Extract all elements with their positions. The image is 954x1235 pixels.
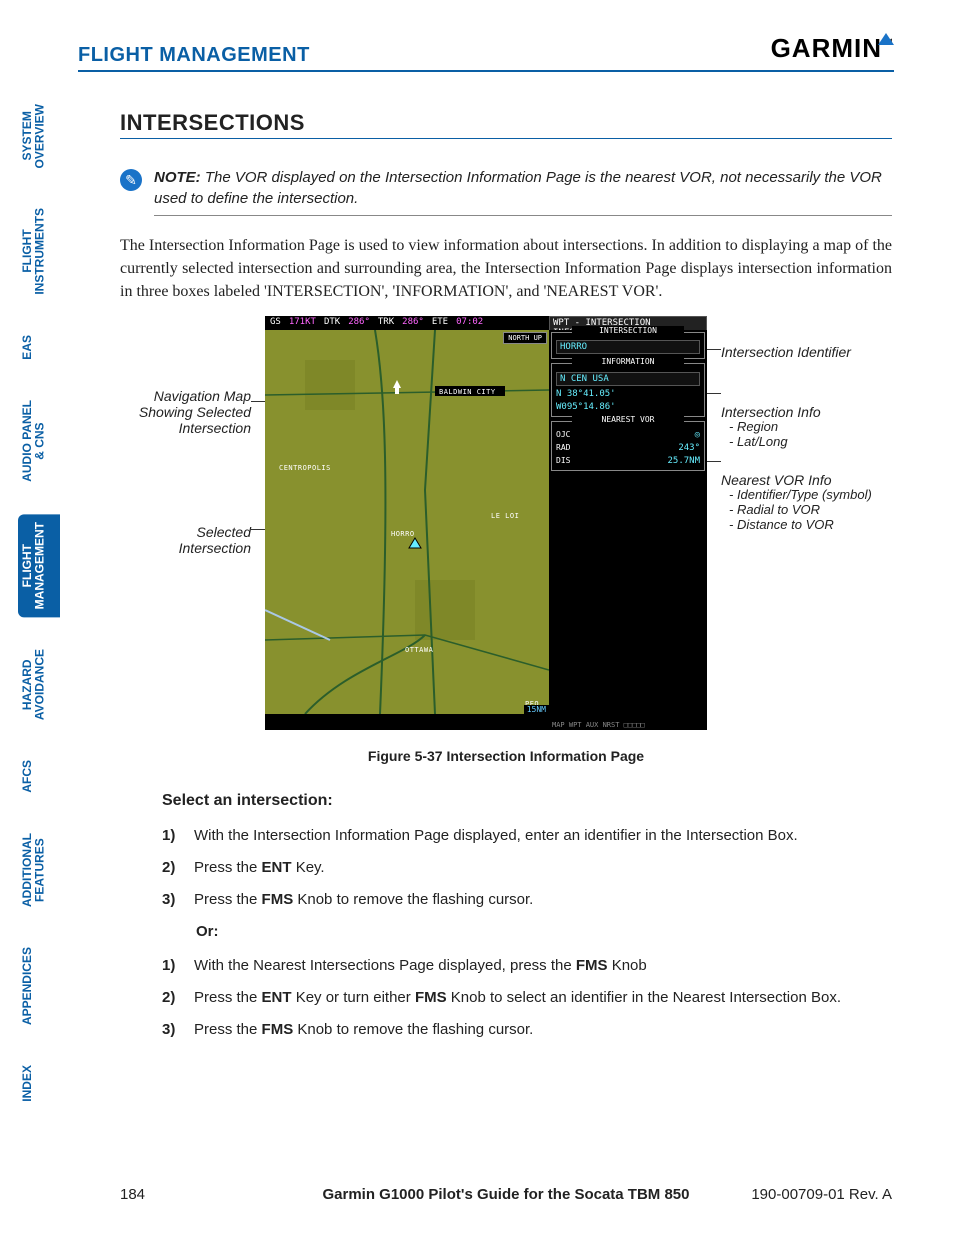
step-a2: 2) Press the ENT Key. [162, 856, 892, 880]
intro-paragraph: The Intersection Information Page is use… [120, 234, 892, 304]
callout-vor-title: Nearest VOR Info [721, 472, 832, 488]
step-text: With the Intersection Information Page d… [194, 824, 798, 848]
box-info-lon: W095°14.86' [556, 402, 616, 412]
step-num: 2) [162, 986, 182, 1010]
vor-dis: 25.7NM [667, 456, 700, 466]
box-intersection-title: INTERSECTION [572, 326, 684, 335]
footer-rev: 190-00709-01 Rev. A [751, 1186, 892, 1203]
page-footer: 184 Garmin G1000 Pilot's Guide for the S… [120, 1186, 892, 1203]
box-info-region: N CEN USA [556, 372, 700, 386]
callout-vor-sub: - Identifier/Type (symbol) - Radial to V… [729, 488, 872, 533]
dtk-label: DTK [324, 317, 340, 329]
brand-word: GARMIN [771, 33, 882, 64]
note-block: ✎ NOTE: The VOR displayed on the Interse… [120, 167, 892, 216]
box-info-lat: N 38°41.05' [556, 389, 616, 399]
note-body: The VOR displayed on the Intersection In… [154, 169, 882, 207]
box-nearest-vor: NEAREST VOR OJC◎ RAD243° DIS25.7NM [551, 421, 705, 471]
step-num: 3) [162, 888, 182, 912]
tab-eas[interactable]: EAS [18, 327, 60, 368]
procedure-title: Select an intersection: [162, 792, 892, 810]
figure-5-37: Navigation Map Showing Selected Intersec… [121, 316, 891, 736]
note-icon: ✎ [120, 169, 142, 191]
box-intersection-value: HORRO [556, 340, 700, 354]
callout-intersection-info: Intersection Info - Region - Lat/Long [721, 388, 821, 466]
step-text: Press the FMS Knob to remove the flashin… [194, 1018, 533, 1042]
step-b1: 1) With the Nearest Intersections Page di… [162, 954, 892, 978]
note-label: NOTE: [154, 169, 201, 186]
callout-nav-map: Navigation Map Showing Selected Intersec… [121, 388, 251, 436]
trk-label: TRK [378, 317, 394, 329]
gs-label: GS [270, 317, 281, 329]
ete-label: ETE [432, 317, 448, 329]
tab-hazard-avoidance[interactable]: HAZARD AVOIDANCE [18, 641, 60, 728]
callout-info-sub: - Region - Lat/Long [729, 420, 821, 450]
garmin-delta-icon [878, 33, 894, 45]
mfd-screen: GS171KT DTK286° TRK286° ETE07:02 WPT - I… [265, 316, 707, 730]
tab-additional-features[interactable]: ADDITIONAL FEATURES [18, 825, 60, 915]
side-tabs: SYSTEM OVERVIEW FLIGHT INSTRUMENTS EAS A… [18, 96, 60, 1109]
ete-value: 07:02 [456, 317, 483, 329]
callout-nearest-vor: Nearest VOR Info - Identifier/Type (symb… [721, 456, 872, 549]
dtk-value: 286° [348, 317, 370, 329]
tab-audio-panel-cns[interactable]: AUDIO PANEL & CNS [18, 392, 60, 490]
section-label: FLIGHT MANAGEMENT [78, 44, 310, 67]
mfd-map: BALDWIN CITY CENTROPOLIS HORRO LE LOI OT… [265, 330, 549, 714]
footer-title: Garmin G1000 Pilot's Guide for the Socat… [322, 1186, 689, 1203]
step-text: Press the ENT Key. [194, 856, 325, 880]
step-a3: 3) Press the FMS Knob to remove the flash… [162, 888, 892, 912]
step-a1: 1) With the Intersection Information Page… [162, 824, 892, 848]
page-header: FLIGHT MANAGEMENT GARMIN ™ [78, 44, 894, 72]
map-label-ottawa: OTTAWA [405, 646, 434, 654]
page-content: INTERSECTIONS ✎ NOTE: The VOR displayed … [120, 110, 892, 1050]
vor-rad-label: RAD [556, 443, 570, 453]
trk-value: 286° [402, 317, 424, 329]
callout-intersection-identifier: Intersection Identifier [721, 344, 851, 360]
tab-afcs[interactable]: AFCS [18, 752, 60, 801]
page-number: 184 [120, 1186, 145, 1203]
vor-id: OJC [556, 430, 570, 440]
step-text: With the Nearest Intersections Page disp… [194, 954, 647, 978]
callout-selected-intersection: Selected Intersection [121, 524, 251, 556]
figure-caption: Figure 5-37 Intersection Information Pag… [120, 748, 892, 764]
step-num: 1) [162, 954, 182, 978]
map-label-baldwin: BALDWIN CITY [439, 388, 496, 396]
map-zoom: 15NM [524, 705, 549, 714]
garmin-logo: GARMIN ™ [771, 33, 894, 67]
mfd-side-panel: INTERSECTION HORRO INFORMATION N CEN USA… [549, 330, 707, 728]
gs-value: 171KT [289, 317, 316, 329]
tab-index[interactable]: INDEX [18, 1057, 60, 1110]
tab-system-overview[interactable]: SYSTEM OVERVIEW [18, 96, 60, 176]
step-text: Press the ENT Key or turn either FMS Kno… [194, 986, 841, 1010]
callout-info-title: Intersection Info [721, 404, 821, 420]
procedure-list-a: 1) With the Intersection Information Page… [162, 824, 892, 1042]
vor-rad: 243° [678, 443, 700, 453]
map-label-leloi: LE LOI [491, 512, 519, 520]
note-text: NOTE: The VOR displayed on the Intersect… [154, 167, 892, 216]
north-up-indicator: NORTH UP [503, 332, 547, 344]
vor-symbol-icon: ◎ [695, 430, 700, 440]
step-text: Press the FMS Knob to remove the flashin… [194, 888, 533, 912]
map-label-centropolis: CENTROPOLIS [279, 464, 331, 472]
step-num: 1) [162, 824, 182, 848]
heading-intersections: INTERSECTIONS [120, 110, 892, 139]
mfd-bottom-bar: MAP WPT AUX NRST □□□□□ [549, 720, 707, 730]
step-b2: 2) Press the ENT Key or turn either FMS K… [162, 986, 892, 1010]
map-label-horro: HORRO [391, 530, 415, 538]
vor-dis-label: DIS [556, 456, 570, 466]
step-b3: 3) Press the FMS Knob to remove the flash… [162, 1018, 892, 1042]
step-num: 2) [162, 856, 182, 880]
tab-flight-instruments[interactable]: FLIGHT INSTRUMENTS [18, 200, 60, 303]
tab-appendices[interactable]: APPENDICES [18, 939, 60, 1033]
step-num: 3) [162, 1018, 182, 1042]
procedure-or: Or: [196, 920, 892, 944]
tab-flight-management[interactable]: FLIGHT MANAGEMENT [18, 514, 60, 617]
box-information: INFORMATION N CEN USA N 38°41.05' W095°1… [551, 363, 705, 417]
box-vor-title: NEAREST VOR [572, 415, 684, 424]
box-information-title: INFORMATION [572, 357, 684, 366]
box-intersection: INTERSECTION HORRO [551, 332, 705, 359]
